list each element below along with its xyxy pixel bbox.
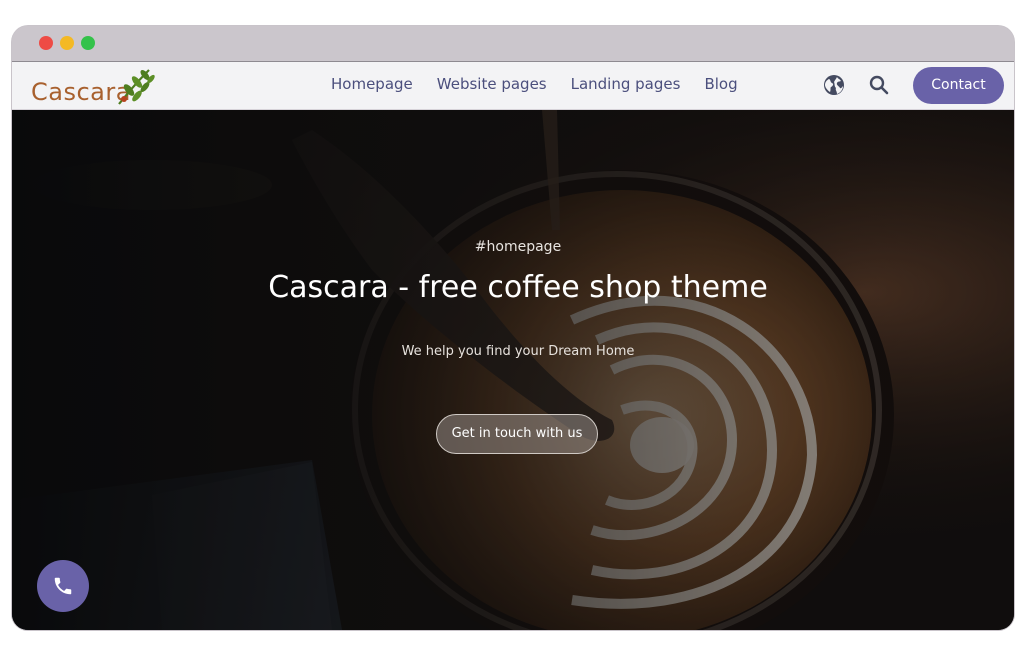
- search-icon[interactable]: [867, 73, 891, 97]
- maximize-window-button[interactable]: [81, 36, 95, 50]
- globe-icon[interactable]: [822, 73, 846, 97]
- site-logo[interactable]: Cascara: [31, 66, 156, 108]
- close-window-button[interactable]: [39, 36, 53, 50]
- nav-link-homepage[interactable]: Homepage: [331, 75, 413, 93]
- hero-subtitle: We help you find your Dream Home: [401, 344, 635, 359]
- minimize-window-button[interactable]: [60, 36, 74, 50]
- phone-icon: [54, 577, 72, 595]
- main-navigation: Homepage Website pages Landing pages Blo…: [331, 75, 738, 93]
- nav-link-website-pages[interactable]: Website pages: [437, 75, 547, 93]
- site-header: Cascara Homepage Website pages Landing p…: [12, 61, 1014, 110]
- hero-title: Cascara - free coffee shop theme: [268, 270, 768, 305]
- window-titlebar: [12, 26, 1014, 61]
- hero-section: #homepage Cascara - free coffee shop the…: [12, 110, 1014, 630]
- phone-call-button[interactable]: [37, 560, 89, 612]
- get-in-touch-button[interactable]: Get in touch with us: [436, 414, 598, 454]
- hero-hashtag: #homepage: [474, 239, 562, 255]
- leaf-branch-icon: [118, 69, 155, 105]
- contact-button[interactable]: Contact: [913, 67, 1004, 104]
- nav-link-landing-pages[interactable]: Landing pages: [571, 75, 681, 93]
- browser-window: Cascara Homepage Website pages Landing p…: [12, 26, 1014, 630]
- nav-link-blog[interactable]: Blog: [704, 75, 737, 93]
- hero-content: #homepage Cascara - free coffee shop the…: [12, 110, 1014, 630]
